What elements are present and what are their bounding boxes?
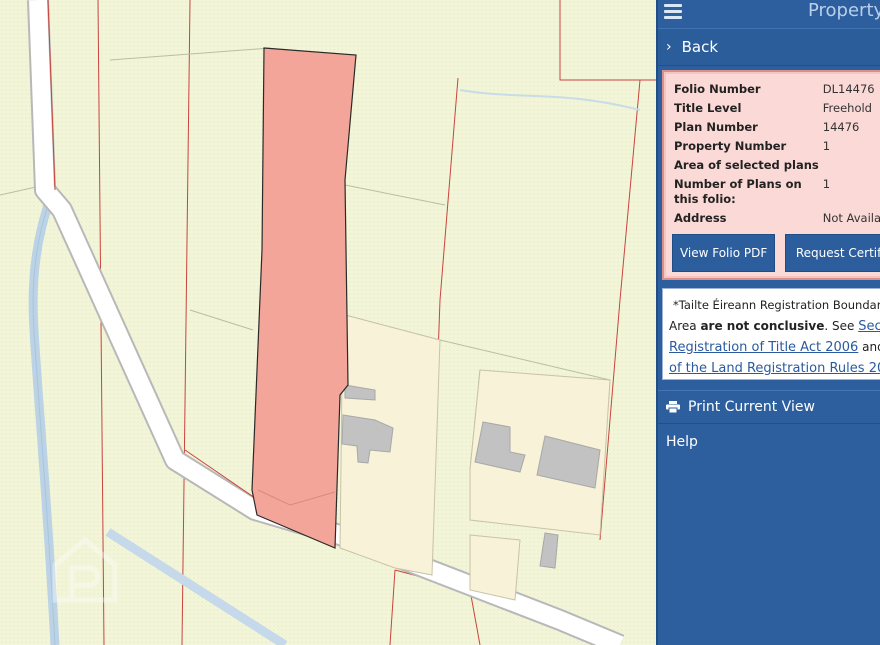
folio-info-card: Folio Number DL14476 Title Level Freehol… bbox=[662, 70, 880, 280]
print-current-view-button[interactable]: Print Current View bbox=[658, 390, 880, 424]
back-label: Back bbox=[681, 38, 719, 56]
print-label: Print Current View bbox=[688, 399, 815, 415]
help-link[interactable]: Help bbox=[666, 434, 698, 450]
property-panel: Property › Back Folio Number DL14476 Tit… bbox=[656, 0, 880, 645]
request-certificate-button[interactable]: Request Certif bbox=[785, 234, 880, 272]
title-level-value: Freehold bbox=[822, 101, 872, 115]
number-of-plans-label: Number of Plans on this folio: bbox=[674, 177, 802, 206]
folio-row: Property Number 1 bbox=[672, 137, 880, 156]
panel-header: Property bbox=[658, 0, 880, 28]
disclaimer-bold-text: are not conclusive bbox=[700, 319, 825, 333]
panel-title: Property bbox=[808, 0, 880, 21]
folio-row: Area of selected plans bbox=[672, 156, 880, 175]
watermark-logo bbox=[52, 536, 118, 603]
folio-row: Plan Number 14476 bbox=[672, 118, 880, 137]
disclaimer-box: *Tailte Éireann Registration Boundaries … bbox=[662, 288, 880, 380]
number-of-plans-value: 1 bbox=[822, 177, 831, 191]
disclaimer-text: Area bbox=[669, 319, 701, 333]
folio-row: Title Level Freehold bbox=[672, 99, 880, 118]
disclaimer-line-2: Area are not conclusive. See Section bbox=[669, 316, 880, 337]
map-view[interactable] bbox=[0, 0, 656, 645]
folio-row: Address Not Available bbox=[672, 209, 880, 228]
area-label: Area of selected plans bbox=[674, 158, 819, 172]
property-number-value: 1 bbox=[822, 139, 831, 153]
address-label: Address bbox=[674, 211, 727, 225]
area-value bbox=[821, 156, 880, 175]
folio-number-value: DL14476 bbox=[822, 82, 875, 96]
disclaimer-line-4: of the Land Registration Rules 201 bbox=[669, 358, 880, 379]
folio-row: Number of Plans on this folio: 1 bbox=[672, 175, 880, 209]
title-level-label: Title Level bbox=[674, 101, 742, 115]
plan-number-label: Plan Number bbox=[674, 120, 758, 134]
back-button[interactable]: › Back bbox=[658, 28, 880, 66]
disclaimer-line-1: *Tailte Éireann Registration Boundaries bbox=[673, 298, 880, 312]
section-link[interactable]: Section bbox=[858, 319, 880, 334]
land-registration-rules-link[interactable]: of the Land Registration Rules 201 bbox=[669, 361, 880, 376]
disclaimer-text: and bbox=[862, 340, 880, 354]
disclaimer-line-3: Registration of Title Act 2006 and R bbox=[669, 337, 880, 358]
disclaimer-text: . See bbox=[824, 319, 859, 333]
hamburger-menu-icon[interactable] bbox=[664, 4, 682, 20]
plan-number-value: 14476 bbox=[822, 120, 860, 134]
chevron-right-icon: › bbox=[666, 39, 672, 55]
folio-row: Folio Number DL14476 bbox=[672, 80, 880, 99]
address-value: Not Available bbox=[822, 211, 880, 225]
printer-icon bbox=[666, 401, 680, 413]
registration-act-link[interactable]: Registration of Title Act 2006 bbox=[669, 340, 858, 355]
map-canvas[interactable] bbox=[0, 0, 656, 645]
folio-actions: View Folio PDF Request Certif bbox=[672, 234, 880, 272]
folio-details-table: Folio Number DL14476 Title Level Freehol… bbox=[672, 80, 880, 228]
view-folio-pdf-button[interactable]: View Folio PDF bbox=[672, 234, 776, 272]
folio-number-label: Folio Number bbox=[674, 82, 761, 96]
property-number-label: Property Number bbox=[674, 139, 787, 153]
